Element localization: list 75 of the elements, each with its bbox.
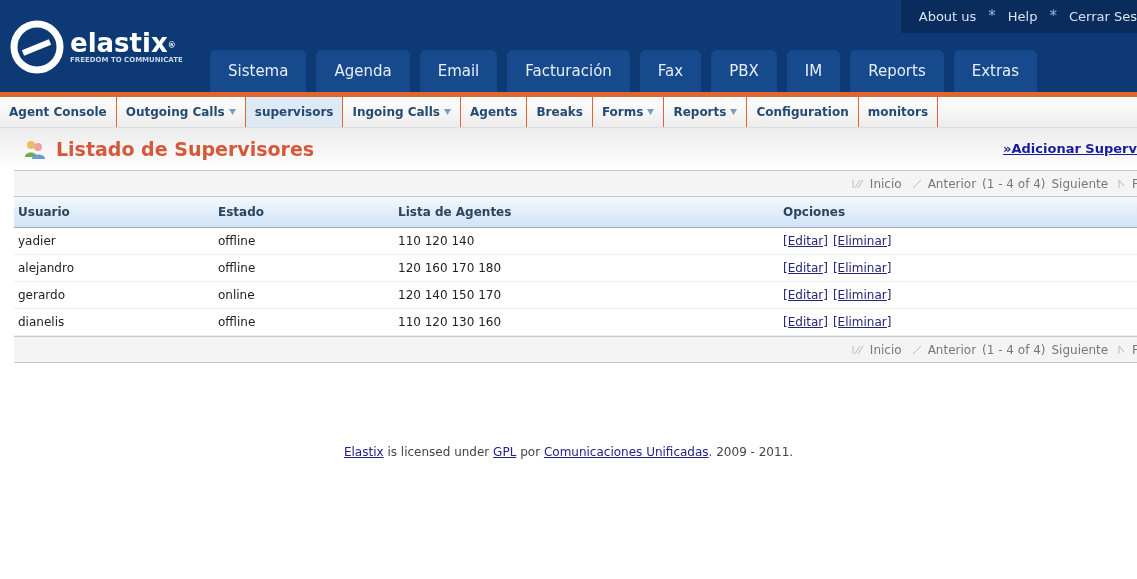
next-page-icon [1118,344,1127,355]
action-link[interactable]: [Eliminar] [832,259,892,277]
action-link[interactable]: [Editar] [783,286,828,304]
table-cell-text: offline [217,260,257,277]
submenu-item[interactable]: monitors [858,97,939,127]
submenu-item[interactable]: Agents [461,97,528,127]
nav-tab[interactable]: Email [419,50,498,92]
top-link[interactable]: Cerrar Ses [1069,6,1137,27]
action-link[interactable]: [Editar] [783,313,828,331]
action-link[interactable]: [Eliminar] [832,286,892,304]
previous-page-link[interactable]: Anterior [927,174,977,193]
action-link[interactable]: [Eliminar] [832,232,892,250]
table-cell-text: gerardo [17,287,66,304]
add-supervisor-link[interactable]: »Adicionar Superv [1003,139,1137,159]
column-header: Lista de Agentes [397,204,513,221]
next-page-link[interactable]: Siguiente [1051,174,1109,193]
nav-tab[interactable]: Fax [639,50,702,92]
action-link[interactable]: [Eliminar] [832,313,892,331]
column-header: Opciones [782,204,847,221]
nav-tab[interactable]: IM [786,50,841,92]
caret-icon [730,109,738,115]
caret-icon [228,109,236,115]
logo-wordmark: elastix$^{®}$ [70,29,176,56]
footer-link[interactable]: GPL [493,445,517,459]
action-link[interactable]: [Editar] [783,259,828,277]
column-header: Estado [217,204,265,221]
submenu-item[interactable]: Reports [664,97,748,127]
next-page-link[interactable]: Siguiente [1051,340,1109,359]
table-cell-text: 110 120 140 [397,233,476,250]
submenu-item[interactable]: supervisors [245,97,344,127]
table-cell-text: yadier [17,233,57,250]
submenu-item[interactable]: Ingoing Calls [343,97,461,127]
top-link[interactable]: Help [1007,6,1038,27]
separator-icon: * [1047,5,1059,28]
nav-tab[interactable]: PBX [711,50,777,92]
nav-tab[interactable]: Facturación [507,50,630,92]
first-page-link[interactable]: Inicio [869,174,902,193]
submenu-item[interactable]: Outgoing Calls [116,97,246,127]
caret-icon [444,109,451,115]
table-cell-text: offline [217,233,257,250]
footer-link[interactable]: Elastix [343,445,384,459]
submenu-item[interactable]: Agent Console [0,97,117,127]
column-header: Usuario [17,204,71,221]
logo-icon [10,20,64,74]
submenu-item[interactable]: Configuration [747,97,859,127]
table-cell-text: offline [217,314,257,331]
action-link[interactable]: [Editar] [783,232,828,250]
previous-page-icon [911,344,922,355]
next-page-icon [1118,178,1127,189]
submenu-item[interactable]: Forms [592,97,665,127]
page-range: (1 - 4 of 4) [982,341,1046,359]
first-page-icon [851,178,864,189]
page-range: (1 - 4 of 4) [982,175,1046,193]
nav-tab[interactable]: Sistema [210,50,307,92]
separator-icon: * [986,5,998,28]
table-cell-text: alejandro [17,260,75,277]
footer-text: Elastix is licensed under GPL por Comunicaciones Unificadas. 2009 - 2011. [342,444,795,461]
table-cell-text: 120 140 150 170 [397,287,503,304]
table-cell-text: 110 120 130 160 [397,314,503,331]
previous-page-link[interactable]: Anterior [927,340,977,359]
nav-tab[interactable]: Agenda [316,50,410,92]
table-cell-text: online [217,287,256,304]
submenu-item[interactable]: Breaks [527,97,593,127]
table-cell-text: 120 160 170 180 [397,260,503,277]
page-title: Listado de Supervisores [56,136,315,162]
top-link[interactable]: About us [918,6,977,27]
table-cell-text: dianelis [17,314,66,331]
first-page-link[interactable]: Inicio [869,340,902,359]
footer-link[interactable]: Comunicaciones Unificadas [543,445,709,459]
users-icon [24,139,46,159]
caret-icon [647,109,655,115]
first-page-icon [851,344,864,355]
nav-tab[interactable]: Reports [850,50,944,92]
nav-tab[interactable]: Extras [953,50,1038,92]
previous-page-icon [911,178,922,189]
